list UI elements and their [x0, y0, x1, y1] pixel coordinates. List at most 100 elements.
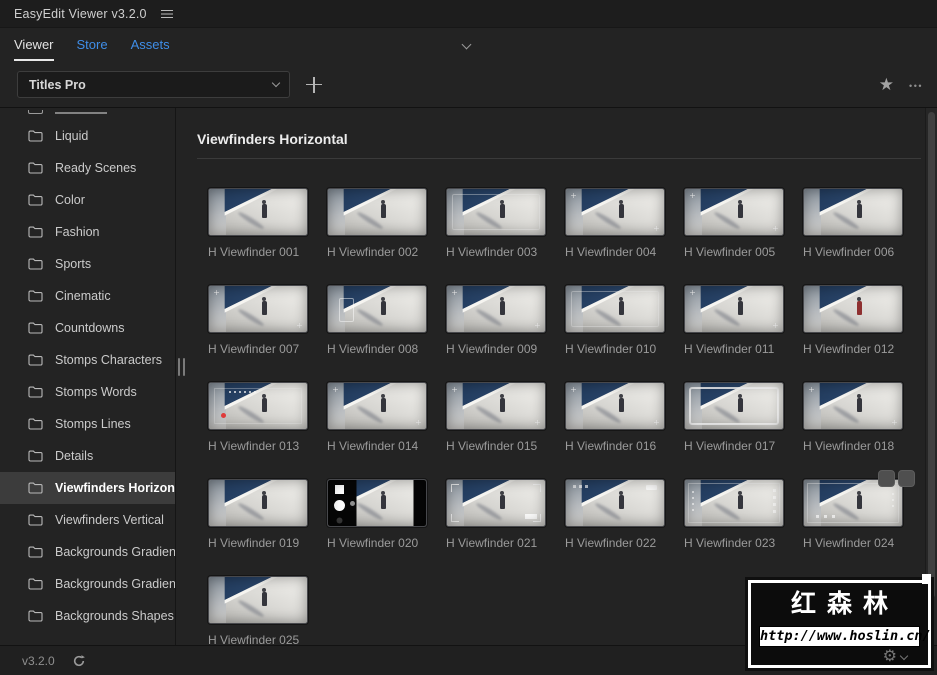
thumbnail-preview[interactable] — [327, 285, 427, 333]
sidebar-item-clipped[interactable] — [0, 110, 175, 120]
thumbnail-preview[interactable] — [446, 479, 546, 527]
thumbnail-item[interactable]: H Viewfinder 018 — [803, 382, 903, 454]
main-body: Liquid Ready Scenes Color Fashion Sports Cine… — [0, 108, 937, 645]
thumbnail-preview[interactable] — [446, 188, 546, 236]
sidebar-item-details[interactable]: Details — [0, 440, 175, 472]
thumbnail-action-button[interactable] — [878, 470, 895, 487]
sidebar-item-fashion[interactable]: Fashion — [0, 216, 175, 248]
sidebar-item-backgrounds-gradients-l[interactable]: Backgrounds Gradients L — [0, 536, 175, 568]
sidebar-item-viewfinders-horizontal[interactable]: Viewfinders Horizontal — [0, 472, 175, 504]
thumbnail-item[interactable]: H Viewfinder 019 — [208, 479, 308, 551]
folder-icon — [28, 110, 43, 114]
version-label: v3.2.0 — [22, 653, 55, 668]
thumbnail-item[interactable]: H Viewfinder 016 — [565, 382, 665, 454]
sidebar-item-viewfinders-vertical[interactable]: Viewfinders Vertical — [0, 504, 175, 536]
thumbnail-preview[interactable] — [208, 382, 308, 430]
thumbnail-preview[interactable] — [327, 188, 427, 236]
thumbnail-preview[interactable] — [446, 382, 546, 430]
thumbnail-preview[interactable] — [327, 479, 427, 527]
thumbnail-item[interactable]: H Viewfinder 008 — [327, 285, 427, 357]
thumbnail-item[interactable]: H Viewfinder 017 — [684, 382, 784, 454]
scrollbar-thumb[interactable] — [928, 112, 935, 598]
sidebar-item-label: Fashion — [55, 225, 100, 239]
chevron-down-icon[interactable] — [899, 651, 909, 661]
thumbnail-preview[interactable] — [327, 382, 427, 430]
collection-select[interactable]: Titles Pro — [17, 71, 290, 98]
thumbnail-item[interactable]: H Viewfinder 010 — [565, 285, 665, 357]
thumbnail-preview[interactable] — [565, 188, 665, 236]
sidebar-item-cinematic[interactable]: Cinematic — [0, 280, 175, 312]
thumbnail-preview[interactable] — [208, 479, 308, 527]
sidebar-item-backgrounds-gradients-d[interactable]: Backgrounds Gradients D — [0, 568, 175, 600]
tab-store[interactable]: Store — [77, 28, 108, 63]
thumbnail-item[interactable]: H Viewfinder 005 — [684, 188, 784, 260]
thumbnail-label: H Viewfinder 018 — [803, 439, 895, 453]
thumbnail-item[interactable]: H Viewfinder 004 — [565, 188, 665, 260]
thumbnail-item[interactable]: H Viewfinder 024 — [803, 470, 915, 551]
sidebar-resize-handle[interactable] — [178, 358, 186, 376]
thumbnail-label: H Viewfinder 006 — [803, 245, 895, 259]
thumbnail-preview[interactable] — [803, 285, 903, 333]
gear-icon[interactable]: ⚙ — [883, 649, 897, 665]
sidebar-item-stomps-words[interactable]: Stomps Words — [0, 376, 175, 408]
tab-bar: Viewer Store Assets — [0, 28, 937, 62]
thumbnail-item[interactable]: H Viewfinder 007 — [208, 285, 308, 357]
sidebar-item-ready-scenes[interactable]: Ready Scenes — [0, 152, 175, 184]
thumbnail-preview[interactable] — [565, 285, 665, 333]
thumbnail-preview[interactable] — [565, 479, 665, 527]
thumbnail-item[interactable]: H Viewfinder 009 — [446, 285, 546, 357]
folder-icon — [28, 226, 43, 238]
more-options-icon[interactable]: ••• — [909, 79, 923, 91]
sidebar-item-stomps-lines[interactable]: Stomps Lines — [0, 408, 175, 440]
sidebar-item-liquid[interactable]: Liquid — [0, 120, 175, 152]
thumbnail-item[interactable]: H Viewfinder 023 — [684, 479, 784, 551]
thumbnail-preview[interactable] — [565, 382, 665, 430]
thumbnail-preview[interactable] — [446, 285, 546, 333]
thumbnail-preview[interactable] — [684, 285, 784, 333]
thumbnail-preview[interactable] — [803, 382, 903, 430]
sidebar-item-label: Stomps Lines — [55, 417, 131, 431]
sidebar-item-stomps-characters[interactable]: Stomps Characters — [0, 344, 175, 376]
thumbnail-item[interactable]: H Viewfinder 015 — [446, 382, 546, 454]
folder-icon — [28, 610, 43, 622]
hamburger-menu-icon[interactable] — [160, 9, 173, 19]
thumbnail-item[interactable]: H Viewfinder 020 — [327, 479, 427, 551]
thumbnail-item[interactable]: H Viewfinder 012 — [803, 285, 903, 357]
sidebar-item-color[interactable]: Color — [0, 184, 175, 216]
refresh-icon[interactable] — [72, 654, 86, 668]
thumbnail-preview[interactable] — [208, 576, 308, 624]
thumbnail-item[interactable]: H Viewfinder 014 — [327, 382, 427, 454]
thumbnail-label: H Viewfinder 008 — [327, 342, 419, 356]
tab-assets[interactable]: Assets — [131, 28, 170, 63]
thumbnail-label: H Viewfinder 014 — [327, 439, 419, 453]
thumbnail-label: H Viewfinder 025 — [208, 633, 300, 645]
sidebar-item-sports[interactable]: Sports — [0, 248, 175, 280]
thumbnail-item[interactable]: H Viewfinder 022 — [565, 479, 665, 551]
folder-icon — [28, 290, 43, 302]
section-divider — [197, 158, 921, 159]
thumbnail-item[interactable]: H Viewfinder 006 — [803, 188, 903, 260]
favorites-star-icon[interactable]: ★ — [879, 76, 894, 93]
thumbnail-item[interactable]: H Viewfinder 011 — [684, 285, 784, 357]
thumbnail-item[interactable]: H Viewfinder 013 — [208, 382, 308, 454]
thumbnail-action-button[interactable] — [898, 470, 915, 487]
thumbnail-preview[interactable] — [803, 188, 903, 236]
thumbnail-item[interactable]: H Viewfinder 002 — [327, 188, 427, 260]
thumbnail-preview[interactable] — [684, 479, 784, 527]
thumbnail-preview[interactable] — [684, 382, 784, 430]
sidebar-item-backgrounds-shapes-lig[interactable]: Backgrounds Shapes Lig — [0, 600, 175, 632]
thumbnail-item[interactable]: H Viewfinder 021 — [446, 479, 546, 551]
thumbnail-item[interactable]: H Viewfinder 025 — [208, 576, 308, 645]
chevron-down-icon[interactable] — [461, 39, 472, 50]
tab-viewer[interactable]: Viewer — [14, 28, 54, 63]
sidebar-item-label: Backgrounds Shapes Lig — [55, 609, 175, 623]
scrollbar-track[interactable] — [925, 108, 937, 645]
add-collection-button[interactable] — [306, 76, 322, 93]
thumbnail-item[interactable]: H Viewfinder 003 — [446, 188, 546, 260]
thumbnail-preview[interactable] — [684, 188, 784, 236]
sidebar-item-label: Sports — [55, 257, 92, 271]
thumbnail-preview[interactable] — [208, 285, 308, 333]
thumbnail-item[interactable]: H Viewfinder 001 — [208, 188, 308, 260]
sidebar-item-countdowns[interactable]: Countdowns — [0, 312, 175, 344]
thumbnail-preview[interactable] — [208, 188, 308, 236]
